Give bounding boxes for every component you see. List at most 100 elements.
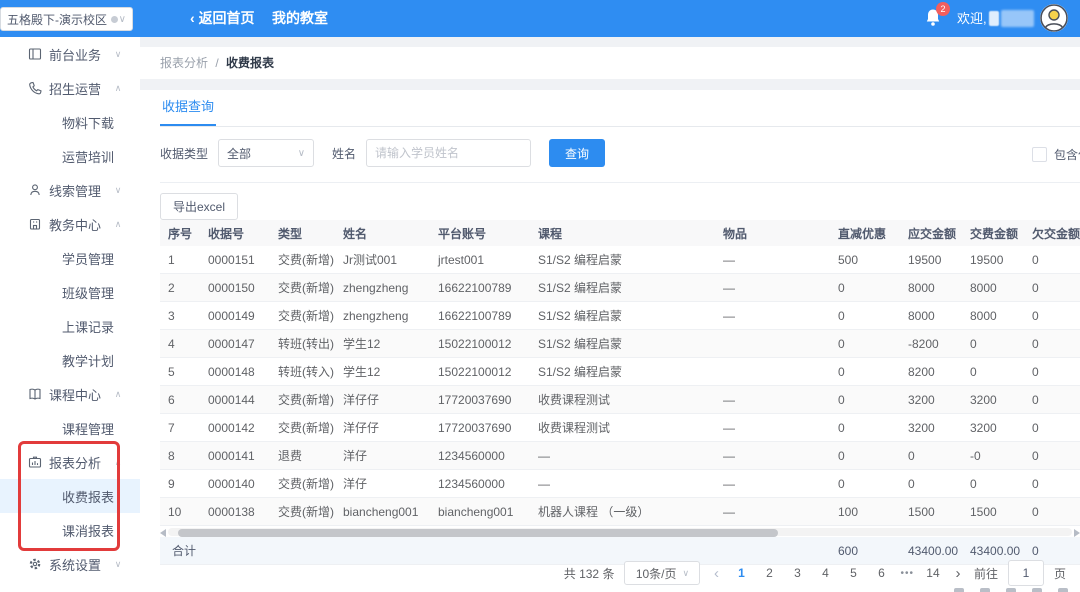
sidebar-item-ops-training[interactable]: 运营培训 [0,139,140,173]
cell-type: 交费(新增) [270,274,335,302]
campus-selector[interactable]: 五格殿下-演示校区 ∨ [0,7,133,31]
receipt-link[interactable]: 0000149 [200,302,270,330]
sidebar-item-system-settings[interactable]: 系统设置 ∨ [0,547,140,581]
receipt-link[interactable]: 0000150 [200,274,270,302]
cell-course: S1/S2 编程启蒙 [530,302,715,330]
cell-due: 8200 [900,358,962,386]
receipt-link[interactable]: 0000140 [200,470,270,498]
goto-page-input[interactable] [1008,560,1044,586]
receipt-link[interactable]: 0000142 [200,414,270,442]
chevron-down-icon: ∨ [298,148,305,159]
total-count: 共 132 条 [564,565,615,582]
cell-owed: 0 [1024,386,1080,414]
page-ellipsis[interactable]: ••• [900,568,914,579]
sidebar-item-course-mgmt[interactable]: 课程管理 [0,411,140,445]
sidebar-item-report-analysis[interactable]: 报表分析 ∧ [0,445,140,479]
header-name: 姓名 [335,220,430,246]
page-number-2[interactable]: 2 [760,566,778,580]
cell-seq: 2 [160,274,200,302]
sidebar-item-material-download[interactable]: 物料下载 [0,105,140,139]
sidebar-item-academic-center[interactable]: 教务中心 ∧ [0,207,140,241]
next-page-button[interactable]: › [952,565,964,582]
include-voided-checkbox[interactable]: 包含作废收据 [1032,146,1080,163]
cell-due: 8000 [900,274,962,302]
export-excel-button[interactable]: 导出excel [160,193,238,220]
receipt-link[interactable]: 0000144 [200,386,270,414]
sidebar-item-lesson-records[interactable]: 上课记录 [0,309,140,343]
page-number-14[interactable]: 14 [924,566,942,580]
cell-goods: — [715,442,830,470]
table-row: 3 0000149 交费(新增) zhengzheng 16622100789 … [160,302,1080,330]
breadcrumb-current: 收费报表 [226,56,274,70]
cell-seq: 9 [160,470,200,498]
breadcrumb-separator: / [215,56,218,70]
sidebar-item-class-mgmt[interactable]: 班级管理 [0,275,140,309]
receipt-type-label: 收据类型 [160,145,208,162]
page-number-6[interactable]: 6 [872,566,890,580]
tab-receipt-query[interactable]: 收据查询 [160,90,216,126]
avatar[interactable] [1040,4,1068,32]
cell-discount: 0 [830,414,900,442]
cell-account: jrtest001 [430,246,530,274]
student-name-input[interactable] [366,139,531,167]
my-classroom-link[interactable]: 我的教室 [272,0,328,37]
cell-type: 交费(新增) [270,246,335,274]
chevron-down-icon: ∨ [112,559,124,570]
header-course: 课程 [530,220,715,246]
sidebar-item-teaching-plan[interactable]: 教学计划 [0,343,140,377]
cell-paid: 8000 [962,302,1024,330]
sidebar-item-fee-report[interactable]: 收费报表 [0,479,140,513]
search-button[interactable]: 查询 [549,139,605,167]
table-row: 6 0000144 交费(新增) 洋仔仔 17720037690 收费课程测试 … [160,386,1080,414]
scrollbar-track[interactable] [168,528,1072,536]
chevron-up-icon: ∧ [112,457,124,468]
receipt-link[interactable]: 0000151 [200,246,270,274]
table-row: 1 0000151 交费(新增) Jr测试001 jrtest001 S1/S2… [160,246,1080,274]
chevron-up-icon: ∧ [112,83,124,94]
receipt-type-select[interactable]: 全部 ∨ [218,139,314,167]
chevron-down-icon: ∨ [119,14,126,25]
receipt-link[interactable]: 0000148 [200,358,270,386]
table-row: 7 0000142 交费(新增) 洋仔仔 17720037690 收费课程测试 … [160,414,1080,442]
cell-name: 洋仔 [335,470,430,498]
cell-course: — [530,442,715,470]
cell-owed: 0 [1024,470,1080,498]
scroll-left-arrow-icon[interactable] [160,529,166,537]
cell-seq: 3 [160,302,200,330]
filter-row: 收据类型 全部 ∨ 姓名 查询 包含作废收据 [160,127,1080,179]
goto-suffix: 页 [1054,565,1066,582]
page-number-5[interactable]: 5 [844,566,862,580]
sidebar-item-student-mgmt[interactable]: 学员管理 [0,241,140,275]
page-size-select[interactable]: 10条/页 ∨ [624,561,700,585]
page-number-4[interactable]: 4 [816,566,834,580]
breadcrumb-section[interactable]: 报表分析 [160,56,208,70]
receipt-link[interactable]: 0000147 [200,330,270,358]
cell-discount: 500 [830,246,900,274]
sidebar-item-front-desk[interactable]: 前台业务 ∨ [0,37,140,71]
page-number-1[interactable]: 1 [732,566,750,580]
cell-paid: 3200 [962,414,1024,442]
chevron-down-icon: ∨ [112,49,124,60]
sidebar-item-course-center[interactable]: 课程中心 ∧ [0,377,140,411]
checkbox-icon [1032,147,1047,162]
scroll-right-arrow-icon[interactable] [1074,529,1080,537]
page-number-3[interactable]: 3 [788,566,806,580]
cell-paid: 3200 [962,386,1024,414]
sidebar-item-lesson-report[interactable]: 课消报表 [0,513,140,547]
receipt-link[interactable]: 0000138 [200,498,270,526]
horizontal-scrollbar [160,527,1080,537]
cell-seq: 6 [160,386,200,414]
prev-page-button[interactable]: ‹ [710,565,722,582]
back-home-link[interactable]: ‹ 返回首页 [190,0,255,37]
cell-name: zhengzheng [335,302,430,330]
cell-discount: 0 [830,302,900,330]
cell-paid: 0 [962,470,1024,498]
sidebar-item-leads[interactable]: 线索管理 ∨ [0,173,140,207]
scrollbar-thumb[interactable] [178,529,778,537]
cell-name: zhengzheng [335,274,430,302]
table-row: 5 0000148 转班(转入) 学生12 15022100012 S1/S2 … [160,358,1080,386]
receipt-link[interactable]: 0000141 [200,442,270,470]
sidebar-item-recruit-ops[interactable]: 招生运营 ∧ [0,71,140,105]
person-icon [28,183,42,197]
cell-seq: 8 [160,442,200,470]
